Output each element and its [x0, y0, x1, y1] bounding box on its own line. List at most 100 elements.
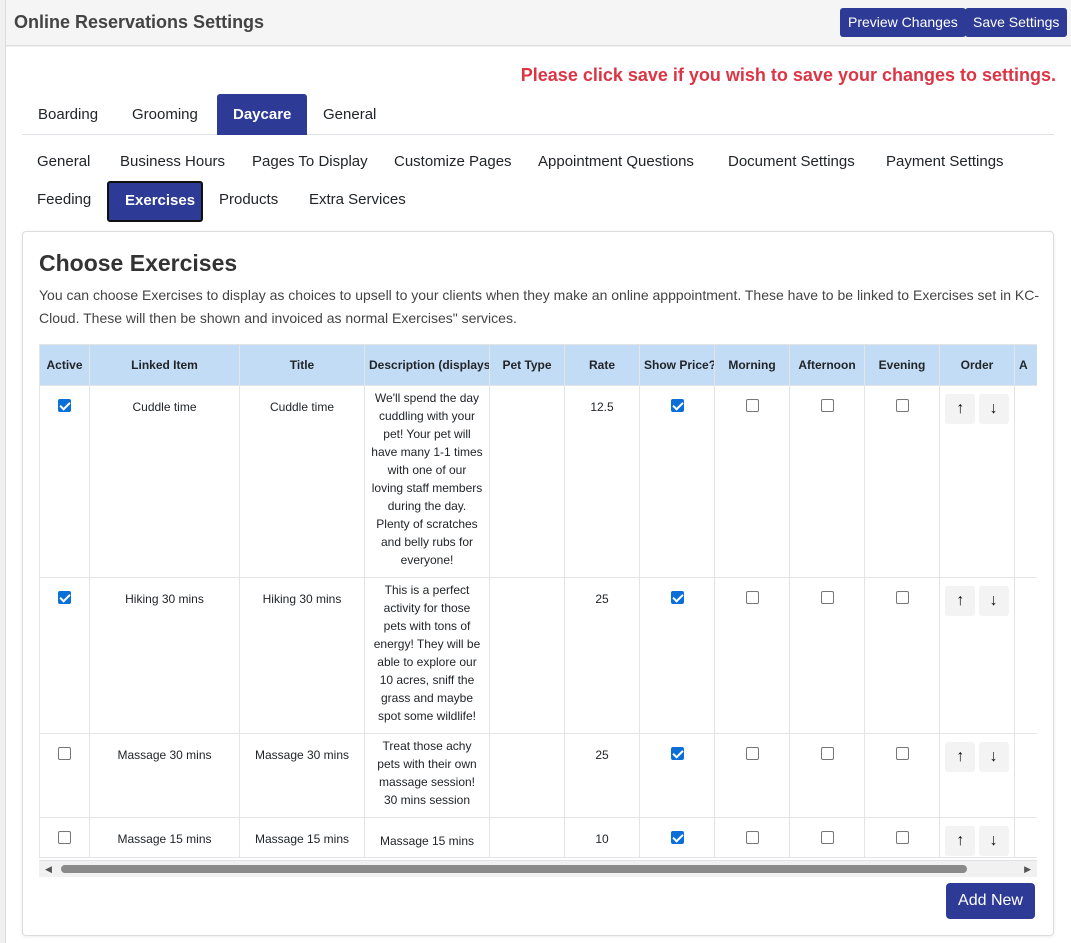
- arrow-up-icon[interactable]: ↑: [945, 586, 976, 616]
- subtab-business-hours[interactable]: Business Hours: [104, 142, 241, 182]
- subtab-payment-settings[interactable]: Payment Settings: [870, 142, 1020, 182]
- evening-cell: [864, 817, 940, 858]
- subtab-extra-services[interactable]: Extra Services: [293, 180, 422, 220]
- subtab-exercises[interactable]: Exercises: [107, 181, 203, 222]
- app-window: Online Reservations Settings Preview Cha…: [5, 0, 1071, 943]
- tab-boarding[interactable]: Boarding: [22, 94, 114, 135]
- product-tabs: Boarding Grooming Daycare General: [22, 94, 1054, 135]
- evening-cell: [864, 577, 940, 734]
- rate-cell: 12.5: [564, 385, 640, 578]
- subtab-document-settings[interactable]: Document Settings: [712, 142, 871, 182]
- arrow-down-icon[interactable]: ↓: [978, 826, 1009, 856]
- active-checkbox[interactable]: [58, 747, 71, 760]
- afternoon-checkbox[interactable]: [820, 831, 834, 844]
- header-morning: Morning: [714, 344, 790, 386]
- subtab-pages-to-display[interactable]: Pages To Display: [236, 142, 384, 182]
- morning-cell: [714, 817, 790, 858]
- rate-cell: 25: [564, 733, 640, 818]
- linked-item-cell: Cuddle time: [89, 385, 240, 578]
- active-cell: [39, 733, 90, 818]
- rate-cell: 10: [564, 817, 640, 858]
- evening-cell: [864, 733, 940, 818]
- show-price-cell: [639, 733, 715, 818]
- save-settings-button[interactable]: Save Settings: [965, 8, 1068, 37]
- active-cell: [39, 817, 90, 858]
- header-pet-type: Pet Type: [489, 344, 565, 386]
- scroll-left-icon[interactable]: ◀: [45, 861, 52, 877]
- truncated-cell: [1014, 385, 1037, 578]
- show-price-checkbox[interactable]: [670, 399, 684, 412]
- horizontal-scrollbar[interactable]: ◀ ▶: [39, 861, 1037, 877]
- subtab-customize-pages[interactable]: Customize Pages: [378, 142, 528, 182]
- linked-item-cell: Hiking 30 mins: [89, 577, 240, 734]
- header-description: Description (displays: [364, 344, 490, 386]
- section-description: You can choose Exercises to display as c…: [39, 287, 1040, 326]
- save-warning: Please click save if you wish to save yo…: [520, 65, 1056, 85]
- header-title: Title: [239, 344, 365, 386]
- header-afternoon: Afternoon: [789, 344, 865, 386]
- show-price-cell: [639, 385, 715, 578]
- morning-checkbox[interactable]: [745, 591, 759, 604]
- subtab-feeding[interactable]: Feeding: [21, 180, 107, 220]
- evening-checkbox[interactable]: [895, 747, 909, 760]
- active-cell: [39, 577, 90, 734]
- order-cell: ↑ ↓: [939, 385, 1015, 578]
- header-evening: Evening: [864, 344, 940, 386]
- active-checkbox[interactable]: [58, 399, 71, 412]
- rate-cell: 25: [564, 577, 640, 734]
- morning-checkbox[interactable]: [745, 831, 759, 844]
- pet-type-cell: [489, 577, 565, 734]
- afternoon-checkbox[interactable]: [820, 399, 834, 412]
- afternoon-cell: [789, 733, 865, 818]
- exercises-table-container: Active Linked Item Title Description (di…: [39, 344, 1037, 861]
- tab-grooming[interactable]: Grooming: [116, 94, 214, 135]
- pet-type-cell: [489, 385, 565, 578]
- arrow-up-icon[interactable]: ↑: [945, 826, 976, 856]
- afternoon-cell: [789, 385, 865, 578]
- morning-cell: [714, 577, 790, 734]
- pet-type-cell: [489, 817, 565, 858]
- linked-item-cell: Massage 15 mins: [89, 817, 240, 858]
- morning-checkbox[interactable]: [745, 399, 759, 412]
- add-new-button[interactable]: Add New: [946, 883, 1035, 919]
- show-price-checkbox[interactable]: [670, 831, 684, 844]
- arrow-down-icon[interactable]: ↓: [978, 586, 1009, 616]
- section-title: Choose Exercises: [39, 250, 238, 276]
- arrow-down-icon[interactable]: ↓: [978, 742, 1009, 772]
- description-cell: Massage 15 mins: [364, 817, 490, 858]
- afternoon-checkbox[interactable]: [820, 591, 834, 604]
- header-active: Active: [39, 344, 90, 386]
- subtab-products[interactable]: Products: [203, 180, 294, 220]
- afternoon-checkbox[interactable]: [820, 747, 834, 760]
- subtab-appointment-questions[interactable]: Appointment Questions: [522, 142, 710, 182]
- truncated-cell: [1014, 817, 1037, 858]
- scrollbar-thumb[interactable]: [61, 865, 967, 873]
- top-bar: Online Reservations Settings Preview Cha…: [6, 0, 1071, 46]
- evening-checkbox[interactable]: [895, 831, 909, 844]
- subtab-general[interactable]: General: [21, 142, 106, 182]
- morning-cell: [714, 385, 790, 578]
- description-cell: This is a perfect activity for those pet…: [364, 577, 490, 734]
- active-checkbox[interactable]: [58, 831, 71, 844]
- evening-checkbox[interactable]: [895, 399, 909, 412]
- morning-checkbox[interactable]: [745, 747, 759, 760]
- tab-daycare[interactable]: Daycare: [217, 94, 307, 135]
- arrow-up-icon[interactable]: ↑: [945, 742, 976, 772]
- pet-type-cell: [489, 733, 565, 818]
- title-cell: Massage 15 mins: [239, 817, 365, 858]
- active-cell: [39, 385, 90, 578]
- arrow-up-icon[interactable]: ↑: [945, 394, 976, 424]
- evening-checkbox[interactable]: [895, 591, 909, 604]
- scroll-right-icon[interactable]: ▶: [1024, 861, 1031, 877]
- header-linked-item: Linked Item: [89, 344, 240, 386]
- active-checkbox[interactable]: [58, 591, 71, 604]
- header-order: Order: [939, 344, 1015, 386]
- truncated-cell: [1014, 577, 1037, 734]
- show-price-checkbox[interactable]: [670, 747, 684, 760]
- preview-changes-button[interactable]: Preview Changes: [840, 8, 966, 37]
- tab-general[interactable]: General: [307, 94, 392, 135]
- show-price-checkbox[interactable]: [670, 591, 684, 604]
- arrow-down-icon[interactable]: ↓: [978, 394, 1009, 424]
- title-cell: Massage 30 mins: [239, 733, 365, 818]
- order-cell: ↑ ↓: [939, 817, 1015, 858]
